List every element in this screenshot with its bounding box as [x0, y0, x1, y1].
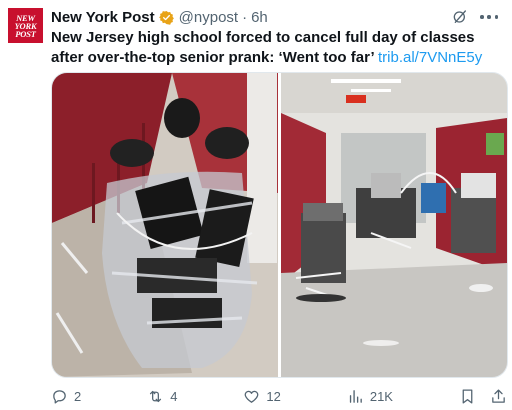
reply-icon [53, 389, 66, 404]
like-count: 12 [266, 388, 281, 404]
reply-count: 2 [74, 388, 82, 404]
post-header: New York Post @nypost · 6h [51, 8, 472, 26]
like-button[interactable]: 12 [243, 388, 281, 405]
views-button[interactable]: 21K [347, 388, 393, 405]
avatar-text-line-3: POST [15, 28, 36, 39]
action-end-group [459, 388, 507, 405]
grok-icon[interactable] [452, 9, 468, 25]
action-bar: 2 4 12 21K [51, 386, 507, 406]
repost-icon [150, 390, 162, 402]
bookmark-icon[interactable] [459, 388, 476, 405]
reply-button[interactable]: 2 [51, 388, 81, 405]
avatar[interactable]: NEW YORK POST [8, 8, 43, 43]
top-icons [452, 9, 498, 25]
timestamp[interactable]: 6h [251, 9, 268, 26]
repost-count: 4 [170, 388, 178, 404]
tweet-link[interactable]: trib.al/7VNnE5y [378, 49, 482, 66]
views-count: 21K [369, 388, 393, 404]
media-gallery [51, 72, 508, 378]
views-icon [349, 389, 362, 403]
more-icon[interactable] [480, 9, 498, 25]
photo-hallway-mess[interactable] [281, 73, 507, 377]
share-icon[interactable] [490, 388, 507, 405]
separator-dot: · [242, 8, 248, 26]
like-icon [245, 390, 259, 403]
display-name[interactable]: New York Post [51, 9, 155, 26]
tweet-text: New Jersey high school forced to cancel … [51, 28, 501, 67]
verified-badge-icon[interactable] [158, 10, 174, 25]
handle[interactable]: @nypost [179, 9, 238, 26]
photo-chairs-wrapped[interactable] [52, 73, 278, 377]
repost-button[interactable]: 4 [147, 388, 177, 405]
